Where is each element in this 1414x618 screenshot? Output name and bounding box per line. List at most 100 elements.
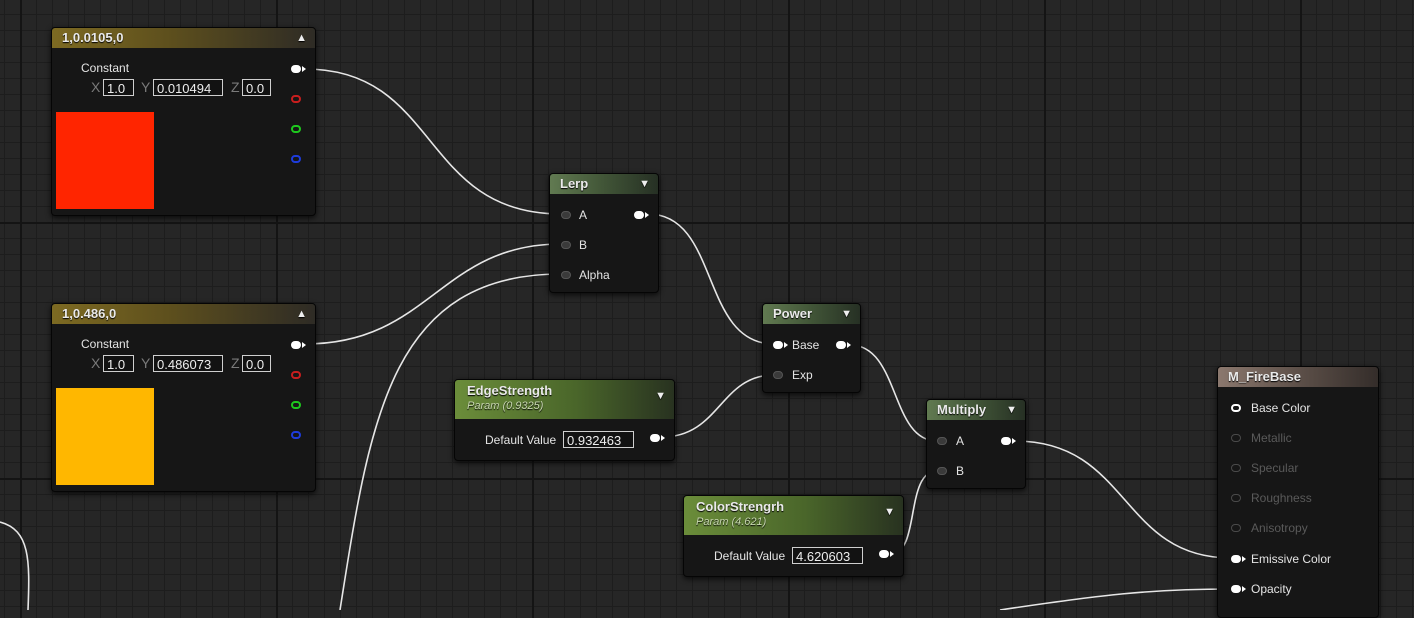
node-title: M_FireBase xyxy=(1228,369,1301,384)
pin-label-base-color: Base Color xyxy=(1251,401,1311,415)
x-value-field[interactable]: 1.0 xyxy=(103,355,134,372)
chevron-down-icon[interactable]: ▼ xyxy=(655,390,666,402)
input-pin-specular[interactable] xyxy=(1231,464,1241,472)
output-pin[interactable] xyxy=(836,341,846,349)
power-node[interactable]: Power ▼ Base Exp xyxy=(762,303,861,393)
default-value-field[interactable]: 0.932463 xyxy=(563,431,634,448)
x-axis-label: X xyxy=(91,79,101,95)
wire-offscreen-to-opacity xyxy=(999,588,1232,610)
constant-label: Constant xyxy=(81,337,130,351)
y-value-field[interactable]: 0.010494 xyxy=(153,79,223,96)
chevron-down-icon[interactable]: ▼ xyxy=(1006,400,1017,420)
colorstrength-param-node[interactable]: ColorStrengrh Param (4.621) ▼ Default Va… xyxy=(683,495,904,577)
default-value-field[interactable]: 4.620603 xyxy=(792,547,863,564)
z-axis-label: Z xyxy=(231,355,240,371)
output-pin-b[interactable] xyxy=(291,155,301,163)
pin-label-specular: Specular xyxy=(1251,461,1299,475)
material-result-node[interactable]: M_FireBase Base Color Metallic Specular … xyxy=(1217,366,1379,618)
pin-arrow-icon xyxy=(1012,438,1016,444)
chevron-up-icon[interactable]: ▲ xyxy=(296,304,307,324)
node-title: Power xyxy=(773,306,813,321)
pin-label-exp: Exp xyxy=(792,368,813,382)
output-pin[interactable] xyxy=(650,434,660,442)
output-pin-g[interactable] xyxy=(291,401,301,409)
pin-label-a: A xyxy=(956,434,965,448)
y-value-field[interactable]: 0.486073 xyxy=(153,355,223,372)
node-header[interactable]: Multiply ▼ xyxy=(927,400,1025,420)
multiply-node[interactable]: Multiply ▼ A B xyxy=(926,399,1026,489)
node-header[interactable]: EdgeStrength Param (0.9325) ▼ xyxy=(455,380,674,419)
chevron-up-icon[interactable]: ▲ xyxy=(296,28,307,48)
node-header[interactable]: 1,0.0105,0 ▲ xyxy=(52,28,315,48)
input-pin-opacity[interactable] xyxy=(1231,585,1241,593)
color-preview-swatch xyxy=(56,388,154,485)
edgestrength-param-node[interactable]: EdgeStrength Param (0.9325) ▼ Default Va… xyxy=(454,379,675,461)
x-value-field[interactable]: 1.0 xyxy=(103,79,134,96)
constant-node-1[interactable]: 1,0.0105,0 ▲ Constant X 1.0 Y 0.010494 Z… xyxy=(51,27,316,216)
node-title: EdgeStrength xyxy=(467,383,553,398)
pin-arrow-icon xyxy=(302,342,306,348)
node-header[interactable]: M_FireBase xyxy=(1218,367,1378,387)
input-pin-emissive-color[interactable] xyxy=(1231,555,1241,563)
node-title: Lerp xyxy=(560,176,589,191)
input-pin-b[interactable] xyxy=(937,467,947,475)
node-header[interactable]: ColorStrengrh Param (4.621) ▼ xyxy=(684,496,903,535)
chevron-down-icon[interactable]: ▼ xyxy=(884,506,895,518)
input-pin-base-color[interactable] xyxy=(1231,404,1241,412)
input-pin-b[interactable] xyxy=(561,241,571,249)
pin-label-emissive-color: Emissive Color xyxy=(1251,552,1332,566)
chevron-down-icon[interactable]: ▼ xyxy=(639,174,650,194)
wire-constant2-to-lerp-b xyxy=(304,243,562,345)
pin-label-anisotropy: Anisotropy xyxy=(1251,521,1308,535)
chevron-down-icon[interactable]: ▼ xyxy=(841,304,852,324)
pin-label-opacity: Opacity xyxy=(1251,582,1292,596)
z-value-field[interactable]: 0.0 xyxy=(242,355,271,372)
default-value-label: Default Value xyxy=(714,549,786,563)
z-axis-label: Z xyxy=(231,79,240,95)
lerp-node[interactable]: Lerp ▼ A B Alpha xyxy=(549,173,659,293)
input-pin-roughness[interactable] xyxy=(1231,494,1241,502)
pin-arrow-icon xyxy=(847,342,851,348)
pin-arrow-icon xyxy=(302,66,306,72)
input-pin-anisotropy[interactable] xyxy=(1231,524,1241,532)
input-pin-a[interactable] xyxy=(561,211,571,219)
output-pin-r[interactable] xyxy=(291,95,301,103)
node-header[interactable]: Power ▼ xyxy=(763,304,860,324)
wire-constant1-to-lerp-a xyxy=(304,68,562,215)
output-pin[interactable] xyxy=(634,211,644,219)
output-pin[interactable] xyxy=(1001,437,1011,445)
x-axis-label: X xyxy=(91,355,101,371)
wire-offscreen-left xyxy=(0,521,30,610)
output-pin-r[interactable] xyxy=(291,371,301,379)
wire-edgestrength-to-power-exp xyxy=(661,374,775,438)
pin-arrow-icon xyxy=(645,212,649,218)
pin-arrow-icon xyxy=(890,551,894,557)
output-pin[interactable] xyxy=(879,550,889,558)
z-value-field[interactable]: 0.0 xyxy=(242,79,271,96)
output-pin-rgb[interactable] xyxy=(291,65,301,73)
pin-arrow-icon xyxy=(1242,586,1246,592)
input-pin-alpha[interactable] xyxy=(561,271,571,279)
input-pin-exp[interactable] xyxy=(773,371,783,379)
input-pin-base[interactable] xyxy=(773,341,783,349)
input-pin-a[interactable] xyxy=(937,437,947,445)
output-pin-rgb[interactable] xyxy=(291,341,301,349)
pin-label-base: Base xyxy=(792,338,820,352)
input-pin-metallic[interactable] xyxy=(1231,434,1241,442)
y-axis-label: Y xyxy=(141,79,151,95)
pin-label-roughness: Roughness xyxy=(1251,491,1312,505)
pin-arrow-icon xyxy=(1242,556,1246,562)
pin-arrow-icon xyxy=(661,435,665,441)
pin-label-b: B xyxy=(956,464,965,478)
node-header[interactable]: 1,0.486,0 ▲ xyxy=(52,304,315,324)
node-title: 1,0.0105,0 xyxy=(62,30,124,45)
pin-arrow-icon xyxy=(784,342,788,348)
output-pin-b[interactable] xyxy=(291,431,301,439)
node-title: Multiply xyxy=(937,402,987,417)
node-header[interactable]: Lerp ▼ xyxy=(550,174,658,194)
node-title: 1,0.486,0 xyxy=(62,306,117,321)
node-subtitle: Param (4.621) xyxy=(696,516,767,528)
wire-multiply-to-emissive xyxy=(1014,440,1232,559)
output-pin-g[interactable] xyxy=(291,125,301,133)
constant-node-2[interactable]: 1,0.486,0 ▲ Constant X 1.0 Y 0.486073 Z … xyxy=(51,303,316,492)
